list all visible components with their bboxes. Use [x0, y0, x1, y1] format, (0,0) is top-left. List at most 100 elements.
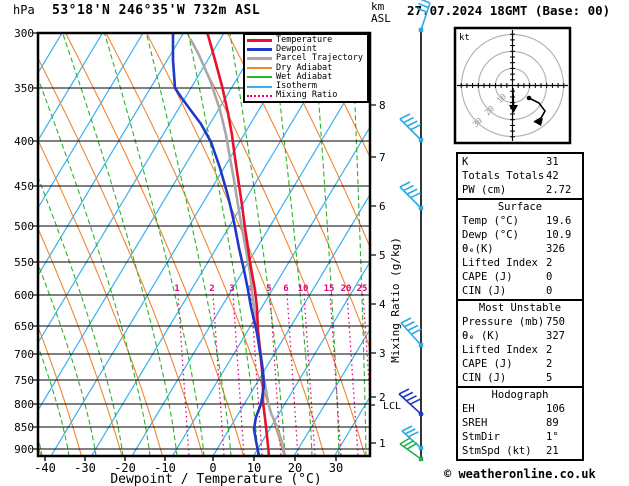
table-row: K 31: [458, 155, 582, 169]
table-row-label: StmSpd (kt): [462, 445, 532, 457]
mixing-ratio-value-label: 5: [266, 284, 271, 294]
table-row: Dewp (°C) 10.9: [458, 228, 582, 242]
mixing-ratio-value-label: 6: [283, 284, 288, 294]
table-row-value: 326: [546, 243, 565, 255]
chart-legend: Temperature Dewpoint Parcel Trajectory Dry …: [243, 33, 369, 104]
table-row-label: PW (cm): [462, 184, 507, 196]
table-row-label: Pressure (mb): [462, 316, 545, 328]
indices-tables: K 31 Totals Totals 42 PW (cm) 2.72 Surface Temp…: [456, 152, 584, 461]
temp-tick-label: -30: [74, 461, 96, 475]
hodograph: 102030kt: [453, 26, 572, 145]
pressure-tick-label: 800: [14, 398, 34, 411]
copyright-credit: © weatheronline.co.uk: [444, 467, 596, 481]
pressure-tick-label: 450: [14, 180, 34, 193]
pressure-tick-label: 700: [14, 348, 34, 361]
station-dot: [418, 342, 424, 348]
table-row-value: 750: [546, 316, 565, 328]
table-row-label: CAPE (J): [462, 271, 513, 283]
table-row-value: 5: [546, 372, 553, 384]
mixing-ratio-value-label: 15: [324, 284, 335, 294]
pressure-tick-label: 600: [14, 289, 34, 302]
lcl-label: LCL: [383, 401, 401, 412]
mixing-ratio-value-label: 20: [341, 284, 352, 294]
table-row: Lifted Index 2: [458, 343, 582, 357]
table-row: θₑ (K) 327: [458, 329, 582, 343]
legend-swatch-dotted: [247, 94, 272, 97]
legend-item-label: Mixing Ratio: [276, 90, 338, 101]
mixing-ratio-value-label: 1: [174, 284, 179, 294]
km-tick-label: 7: [379, 151, 386, 164]
table-row: CIN (J) 5: [458, 371, 582, 385]
km-tick-label: 1: [379, 437, 386, 450]
x-axis-title: Dewpoint / Temperature (°C): [110, 472, 321, 486]
table-row-label: CIN (J): [462, 285, 507, 297]
legend-swatch-thin: [247, 67, 272, 70]
table-row-label: K: [462, 156, 469, 168]
mixing-ratio-value-label: 25: [357, 284, 368, 294]
table-row-value: 1°: [546, 431, 559, 443]
km-asl-axis: 87654321LCLMixing Ratio (g/kg): [370, 99, 402, 450]
table-row-label: Lifted Index: [462, 344, 538, 356]
pressure-tick-label: 900: [14, 443, 34, 456]
table-section-header: Surface: [497, 201, 543, 213]
table-row-value: 42: [546, 170, 559, 182]
table-row-value: 106: [546, 403, 565, 415]
table-row: StmSpd (kt) 21: [458, 444, 582, 458]
table-row-label: θₑ (K): [462, 330, 500, 342]
table-row-value: 327: [546, 330, 565, 342]
km-tick-label: 5: [379, 249, 386, 262]
legend-item: Mixing Ratio: [247, 91, 367, 100]
legend-swatch-thick: [247, 48, 272, 52]
data-box-hodograph: Hodograph EH 106 SREH 89 StmDir 1° StmSpd (kt) 2…: [456, 386, 584, 461]
temperature-axis: -40 -30 -20 -10 0 10 20 30Dewpoint / Temperatur…: [34, 456, 343, 486]
station-dot: [418, 411, 424, 417]
km-tick-label: 4: [379, 298, 386, 311]
table-row-value: 31: [546, 156, 559, 168]
table-row-label: Totals Totals: [462, 170, 545, 182]
skewt-sounding-page: hPa 53°18'N 246°35'W 732m ASL km ASL 27.…: [0, 0, 629, 486]
wind-barb: [398, 388, 424, 417]
temp-tick-label: 30: [329, 461, 343, 475]
km-tick-label: 6: [379, 200, 386, 213]
pressure-tick-label: 650: [14, 320, 34, 333]
table-row-label: Temp (°C): [462, 215, 519, 227]
hodograph-unit-label: kt: [459, 33, 470, 43]
mixing-ratio-axis-title: Mixing Ratio (g/kg): [389, 237, 402, 363]
legend-swatch-thin: [247, 76, 272, 79]
pressure-tick-label: 850: [14, 421, 34, 434]
table-row-value: 89: [546, 417, 559, 429]
table-row: PW (cm) 2.72: [458, 183, 582, 197]
table-row: θₑ(K) 326: [458, 242, 582, 256]
pressure-tick-label: 400: [14, 135, 34, 148]
table-row: Lifted Index 2: [458, 256, 582, 270]
station-dot: [418, 27, 424, 33]
data-box-most-unstable: Most Unstable Pressure (mb) 750 θₑ (K) 327 Li…: [456, 299, 584, 388]
temp-tick-label: -40: [34, 461, 56, 475]
wind-barb: [399, 113, 424, 143]
table-row: Totals Totals 42: [458, 169, 582, 183]
data-box-surface: Surface Temp (°C) 19.6 Dewp (°C) 10.9 θₑ(K) 32…: [456, 198, 584, 301]
data-box-indices: K 31 Totals Totals 42 PW (cm) 2.72: [456, 152, 584, 200]
pressure-tick-label: 300: [14, 27, 34, 40]
mixing-ratio-value-label: 10: [298, 284, 309, 294]
mixing-ratio-value-label: 3: [229, 284, 234, 294]
table-row-label: SREH: [462, 417, 488, 429]
station-dot: [418, 205, 424, 211]
mixing-ratio-labels: 1 2 3 4 5 6 10 15 20 25: [174, 284, 367, 294]
table-row: CIN (J) 0: [458, 284, 582, 298]
table-section-header: Most Unstable: [478, 302, 562, 314]
legend-swatch-thin: [247, 85, 272, 88]
table-row: CAPE (J) 0: [458, 270, 582, 284]
table-row: CAPE (J) 2: [458, 357, 582, 371]
km-tick-label: 8: [379, 99, 386, 112]
pressure-tick-label: 500: [14, 220, 34, 233]
wind-barb: [416, 0, 431, 33]
pressure-tick-label: 350: [14, 82, 34, 95]
table-row-label: EH: [462, 403, 475, 415]
table-row-label: CAPE (J): [462, 358, 513, 370]
table-row-value: 21: [546, 445, 559, 457]
table-row-label: CIN (J): [462, 372, 507, 384]
table-row-label: Dewp (°C): [462, 229, 519, 241]
table-row-value: 19.6: [546, 215, 572, 227]
table-row: SREH 89: [458, 416, 582, 430]
